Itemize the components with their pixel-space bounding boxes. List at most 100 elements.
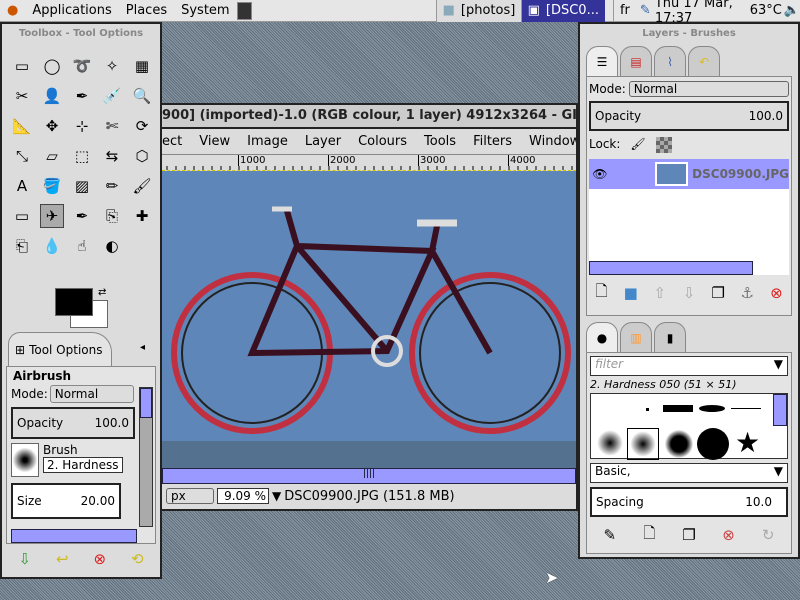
zoom-field[interactable]: 9.09 % (217, 488, 269, 504)
eraser-tool-icon[interactable]: ▭ (10, 204, 34, 228)
terminal-icon[interactable] (236, 1, 253, 20)
unit-dropdown[interactable]: px (166, 488, 214, 504)
options-hscrollbar[interactable] (11, 529, 137, 543)
new-layer-icon[interactable]: 🗋 (590, 281, 614, 305)
task-photos[interactable]: ■ [photos] (435, 0, 521, 22)
airbrush-tool-icon[interactable]: ✈ (40, 204, 64, 228)
restore-options-icon[interactable]: ↩ (50, 547, 74, 571)
perspective-clone-tool-icon[interactable]: ⎗ (10, 234, 34, 258)
volume-icon[interactable]: 🔈 (784, 3, 800, 18)
duplicate-layer-icon[interactable]: ❐ (706, 281, 730, 305)
color-picker-tool-icon[interactable]: 💉 (100, 84, 124, 108)
fg-color-swatch[interactable] (55, 288, 93, 316)
brush-preview[interactable] (11, 443, 39, 477)
heal-tool-icon[interactable]: ✚ (130, 204, 154, 228)
menu-ect[interactable]: ect (162, 134, 182, 149)
perspective-tool-icon[interactable]: ⬚ (70, 144, 94, 168)
menu-image[interactable]: Image (247, 134, 288, 149)
anchor-layer-icon[interactable]: ⚓ (735, 281, 759, 305)
delete-layer-icon[interactable]: ⊗ (764, 281, 788, 305)
menu-windows[interactable]: Windows (529, 134, 576, 149)
layer-name[interactable]: DSC09900.JPG (692, 167, 789, 181)
brush-name-field[interactable]: 2. Hardness (43, 457, 123, 473)
clone-tool-icon[interactable]: ⎘ (100, 204, 124, 228)
measure-tool-icon[interactable]: 📐 (10, 114, 34, 138)
brush-tag-dropdown[interactable]: Basic, ▼ (590, 463, 788, 483)
scale-tool-icon[interactable]: ⤡ (10, 144, 34, 168)
menu-view[interactable]: View (199, 134, 230, 149)
foreground-select-tool-icon[interactable]: 👤 (40, 84, 64, 108)
tab-gradients[interactable]: ▮ (654, 322, 686, 352)
rotate-tool-icon[interactable]: ⟳ (130, 114, 154, 138)
delete-options-icon[interactable]: ⊗ (88, 547, 112, 571)
task-gimp-image[interactable]: ▣ [DSC0... (520, 0, 605, 22)
keyboard-layout[interactable]: fr (612, 0, 636, 22)
raise-layer-icon[interactable]: ⇧ (648, 281, 672, 305)
swap-colors-icon[interactable]: ⇄ (98, 287, 106, 298)
reset-options-icon[interactable]: ⟲ (125, 547, 149, 571)
delete-brush-icon[interactable]: ⊗ (717, 523, 741, 547)
places-menu[interactable]: Places (119, 3, 174, 18)
rect-select-tool-icon[interactable]: ▭ (10, 54, 34, 78)
paths-tool-icon[interactable]: ✒ (70, 84, 94, 108)
tab-layers[interactable]: ☰ (586, 46, 618, 76)
menu-layer[interactable]: Layer (305, 134, 341, 149)
tab-channels[interactable]: ▤ (620, 46, 652, 76)
shear-tool-icon[interactable]: ▱ (40, 144, 64, 168)
pencil-tool-icon[interactable]: ✏ (100, 174, 124, 198)
menu-colours[interactable]: Colours (358, 134, 407, 149)
text-tool-icon[interactable]: A (10, 174, 34, 198)
tab-paths[interactable]: ⌇ (654, 46, 686, 76)
new-brush-icon[interactable]: 🗋 (637, 523, 661, 547)
crop-tool-icon[interactable]: ✄ (100, 114, 124, 138)
horizontal-scrollbar[interactable]: |||| (162, 468, 576, 484)
dodge-burn-tool-icon[interactable]: ◐ (100, 234, 124, 258)
edit-brush-icon[interactable]: ✎ (598, 523, 622, 547)
layer-row[interactable]: 👁 DSC09900.JPG (589, 159, 789, 189)
apple-menu-icon[interactable]: ● (0, 3, 25, 18)
layers-hscrollbar[interactable] (589, 261, 753, 275)
new-layer-group-icon[interactable]: ■ (619, 281, 643, 305)
mode-dropdown[interactable]: Normal (49, 385, 134, 403)
bucket-fill-tool-icon[interactable]: 🪣 (40, 174, 64, 198)
layer-mode-dropdown[interactable]: Normal (628, 81, 789, 97)
move-tool-icon[interactable]: ✥ (40, 114, 64, 138)
duplicate-brush-icon[interactable]: ❐ (677, 523, 701, 547)
by-color-select-tool-icon[interactable]: ▦ (130, 54, 154, 78)
spacing-slider[interactable]: Spacing 10.0 (590, 487, 788, 517)
paintbrush-tool-icon[interactable]: 🖌 (130, 174, 154, 198)
fuzzy-select-tool-icon[interactable]: ✧ (100, 54, 124, 78)
brush-filter-input[interactable]: filter ▼ (590, 356, 788, 376)
menu-filters[interactable]: Filters (473, 134, 512, 149)
menu-tools[interactable]: Tools (424, 134, 456, 149)
blur-tool-icon[interactable]: 💧 (40, 234, 64, 258)
image-canvas[interactable] (162, 171, 578, 468)
zoom-dropdown-icon[interactable]: ▼ (272, 489, 281, 503)
cage-tool-icon[interactable]: ⬡ (130, 144, 154, 168)
horizontal-ruler[interactable]: 1000 2000 3000 4000 (162, 155, 576, 171)
scissors-tool-icon[interactable]: ✂ (10, 84, 34, 108)
free-select-tool-icon[interactable]: ➰ (70, 54, 94, 78)
smudge-tool-icon[interactable]: ☝ (70, 234, 94, 258)
tab-patterns[interactable]: ▥ (620, 322, 652, 352)
visibility-eye-icon[interactable]: 👁 (589, 167, 611, 181)
brush-grid[interactable]: ★ (590, 393, 788, 460)
ink-tool-icon[interactable]: ✒ (70, 204, 94, 228)
size-spinner[interactable]: Size 20.00 (11, 483, 121, 519)
system-menu[interactable]: System (174, 3, 236, 18)
opacity-slider[interactable]: Opacity 100.0 (11, 407, 135, 439)
options-scrollbar[interactable] (139, 387, 153, 527)
ellipse-select-tool-icon[interactable]: ◯ (40, 54, 64, 78)
tab-undo[interactable]: ↶ (688, 46, 720, 76)
lock-pixels-icon[interactable]: 🖌 (630, 137, 645, 153)
zoom-tool-icon[interactable]: 🔍 (130, 84, 154, 108)
tab-tool-options[interactable]: ⊞ Tool Options (8, 332, 112, 367)
applications-menu[interactable]: Applications (25, 3, 118, 18)
layer-opacity-slider[interactable]: Opacity 100.0 (589, 101, 789, 131)
align-tool-icon[interactable]: ⊹ (70, 114, 94, 138)
save-options-icon[interactable]: ⇩ (13, 547, 37, 571)
lower-layer-icon[interactable]: ⇩ (677, 281, 701, 305)
tab-brushes[interactable]: ● (586, 322, 618, 352)
flip-tool-icon[interactable]: ⇆ (100, 144, 124, 168)
brush-grid-scrollbar[interactable] (773, 394, 787, 426)
